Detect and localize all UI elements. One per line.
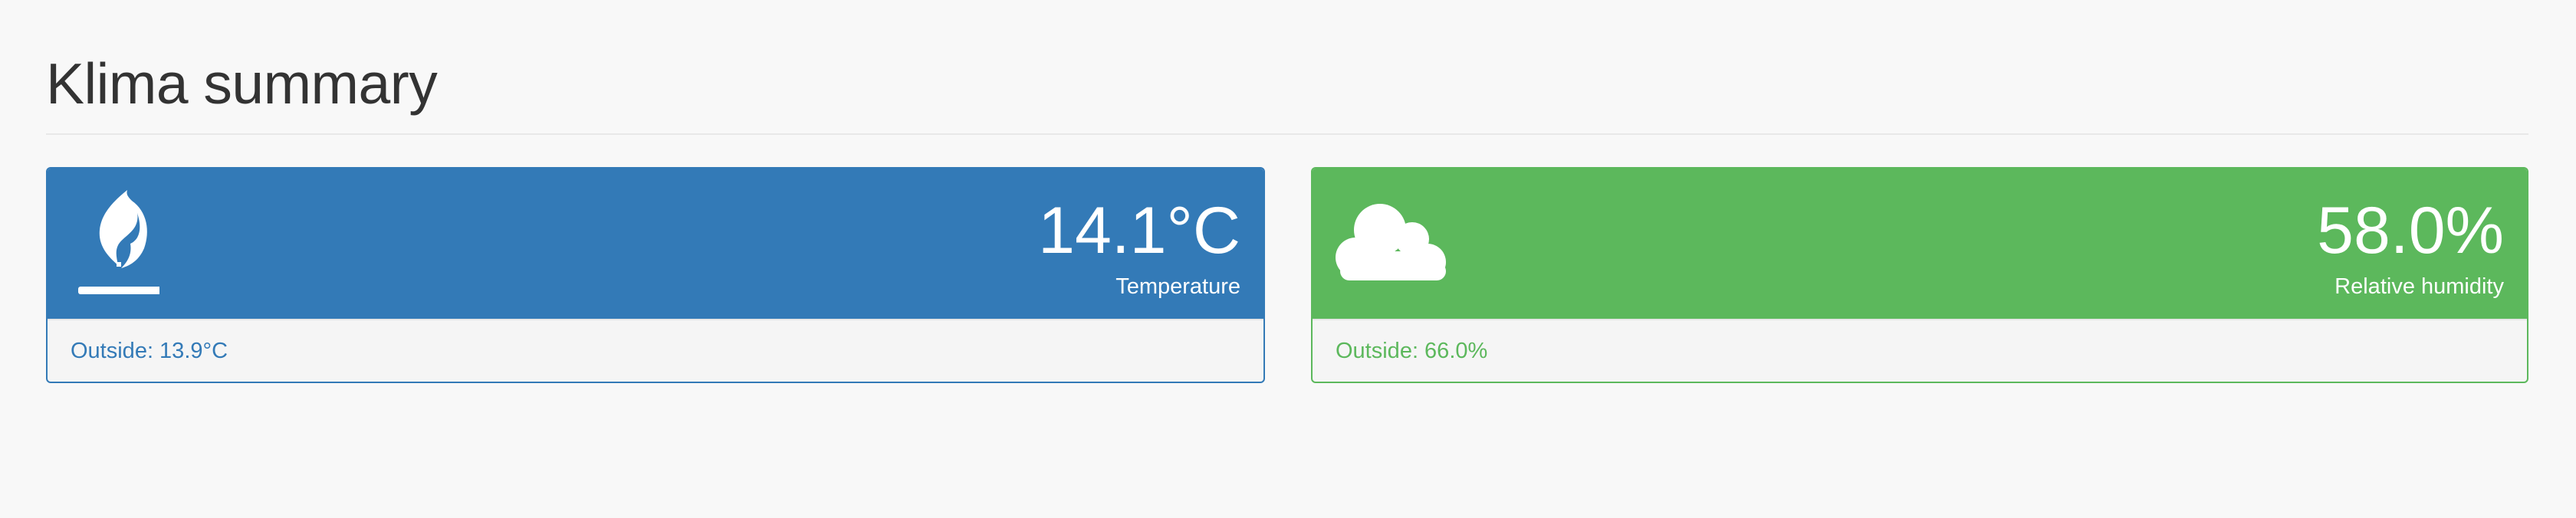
humidity-panel: 58.0% Relative humidity Outside: 66.0% [1311,167,2528,383]
humidity-value: 58.0% [2317,194,2504,267]
cloud-icon [1336,204,1446,280]
page-header: Klima summary [46,55,2528,135]
page: Klima summary 14.1°C Temperature Outside… [0,0,2576,518]
humidity-footer: Outside: 66.0% [1313,319,2527,382]
flame-icon [78,190,159,294]
humidity-outside-text: Outside: 66.0% [1336,338,1488,363]
temperature-value: 14.1°C [1038,194,1240,267]
humidity-panel-heading: 58.0% Relative humidity [1313,169,2527,319]
temperature-label: Temperature [1116,274,1240,299]
temperature-outside-text: Outside: 13.9°C [71,338,228,363]
temperature-panel: 14.1°C Temperature Outside: 13.9°C [46,167,1265,383]
page-title: Klima summary [46,51,438,116]
temperature-panel-heading: 14.1°C Temperature [48,169,1263,319]
temperature-footer: Outside: 13.9°C [48,319,1263,382]
humidity-label: Relative humidity [2334,274,2504,299]
